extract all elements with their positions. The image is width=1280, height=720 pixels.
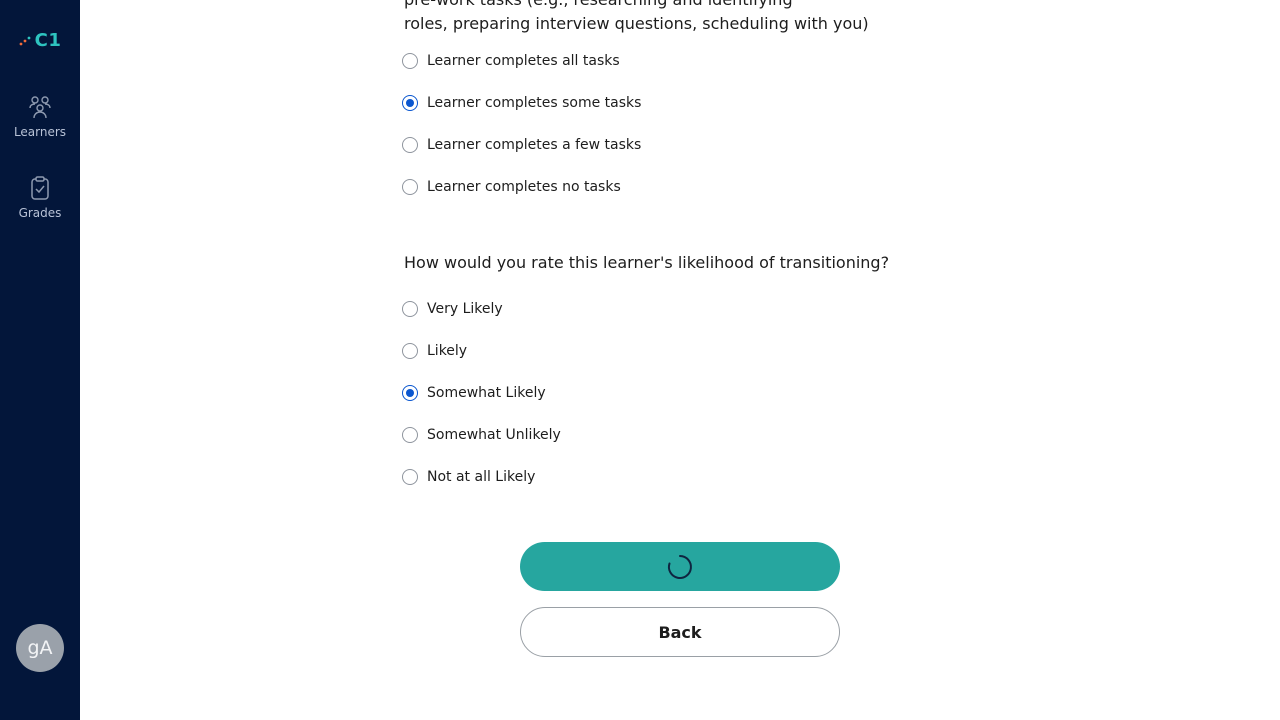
option-label: Somewhat Likely — [427, 385, 546, 401]
radio-option-some-tasks[interactable]: Learner completes some tasks — [402, 93, 641, 113]
radio-button[interactable] — [402, 53, 418, 69]
radio-button[interactable] — [402, 179, 418, 195]
radio-button[interactable] — [402, 137, 418, 153]
radio-button-selected[interactable] — [402, 385, 418, 401]
radio-button[interactable] — [402, 343, 418, 359]
logo-dots-icon — [19, 36, 31, 46]
radio-option-all-tasks[interactable]: Learner completes all tasks — [402, 51, 620, 71]
question-transition-likelihood: How would you rate this learner's likeli… — [404, 253, 890, 272]
sidebar-item-grades[interactable]: Grades — [0, 175, 80, 220]
radio-button[interactable] — [402, 469, 418, 485]
radio-option-very-likely[interactable]: Very Likely — [402, 299, 503, 319]
learners-icon — [29, 96, 51, 119]
question-text-line: roles, preparing interview questions, sc… — [404, 14, 869, 33]
radio-button-selected[interactable] — [402, 95, 418, 111]
radio-button[interactable] — [402, 301, 418, 317]
question-task-completion: pre-work tasks (e.g., researching and id… — [404, 0, 924, 40]
option-label: Learner completes no tasks — [427, 179, 621, 195]
radio-option-likely[interactable]: Likely — [402, 341, 467, 361]
sidebar: C1 Learners Grades gA — [0, 0, 80, 720]
clipboard-check-icon — [31, 176, 49, 200]
radio-option-not-at-all-likely[interactable]: Not at all Likely — [402, 467, 535, 487]
option-label: Somewhat Unlikely — [427, 427, 561, 443]
option-label: Not at all Likely — [427, 469, 536, 485]
logo-text: C1 — [34, 29, 62, 51]
app-logo[interactable]: C1 — [0, 28, 80, 52]
avatar[interactable]: gA — [16, 624, 64, 672]
option-label: Very Likely — [427, 301, 503, 317]
back-button[interactable]: Back — [520, 607, 840, 657]
radio-option-few-tasks[interactable]: Learner completes a few tasks — [402, 135, 641, 155]
sidebar-item-label: Grades — [18, 206, 62, 220]
radio-option-somewhat-unlikely[interactable]: Somewhat Unlikely — [402, 425, 561, 445]
option-label: Learner completes a few tasks — [427, 137, 642, 153]
radio-button[interactable] — [402, 427, 418, 443]
sidebar-item-label: Learners — [13, 125, 67, 139]
option-label: Likely — [427, 343, 468, 359]
loading-spinner-icon — [667, 554, 692, 579]
radio-option-no-tasks[interactable]: Learner completes no tasks — [402, 177, 621, 197]
submit-button[interactable] — [520, 542, 840, 591]
option-label: Learner completes some tasks — [427, 95, 642, 111]
option-label: Learner completes all tasks — [427, 53, 620, 69]
radio-option-somewhat-likely[interactable]: Somewhat Likely — [402, 383, 546, 403]
sidebar-item-learners[interactable]: Learners — [0, 94, 80, 139]
main-content: pre-work tasks (e.g., researching and id… — [80, 0, 1280, 720]
